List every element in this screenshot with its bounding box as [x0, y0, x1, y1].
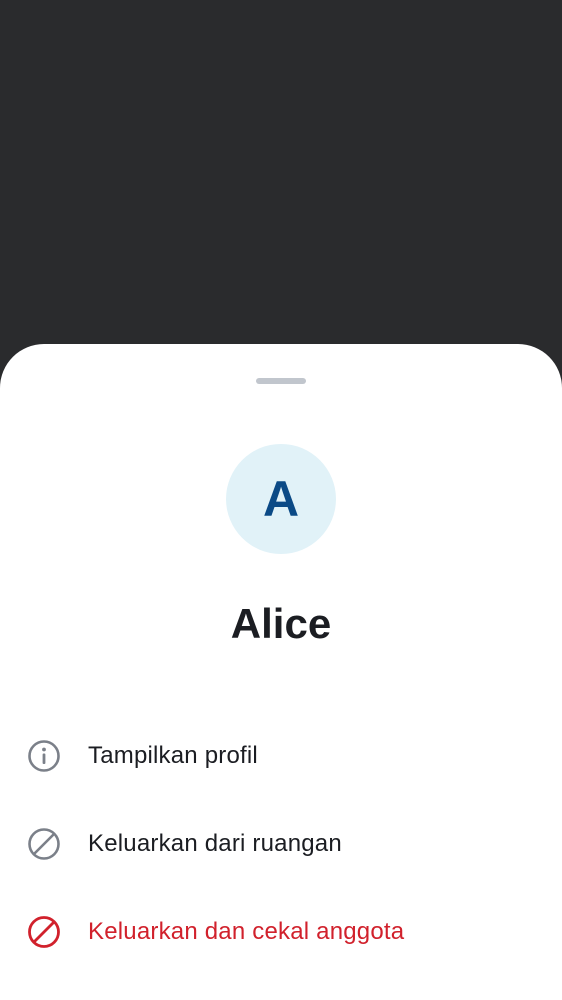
avatar: A — [226, 444, 336, 554]
ban-icon — [26, 914, 62, 950]
menu-item-label: Keluarkan dan cekal anggota — [88, 918, 405, 945]
menu-item-view-profile[interactable]: Tampilkan profil — [0, 716, 562, 796]
background-scrim[interactable] — [0, 0, 562, 380]
drag-handle[interactable] — [256, 378, 306, 384]
menu-item-label: Keluarkan dari ruangan — [88, 830, 342, 857]
menu-item-remove-from-room[interactable]: Keluarkan dari ruangan — [0, 804, 562, 884]
block-icon — [26, 826, 62, 862]
info-icon — [26, 738, 62, 774]
member-bottom-sheet: A Alice Tampilkan profil Keluarkan dari … — [0, 344, 562, 1000]
menu-item-remove-and-ban[interactable]: Keluarkan dan cekal anggota — [0, 892, 562, 972]
menu-item-label: Tampilkan profil — [88, 742, 258, 769]
member-name: Alice — [230, 600, 332, 647]
avatar-initial: A — [262, 471, 300, 527]
